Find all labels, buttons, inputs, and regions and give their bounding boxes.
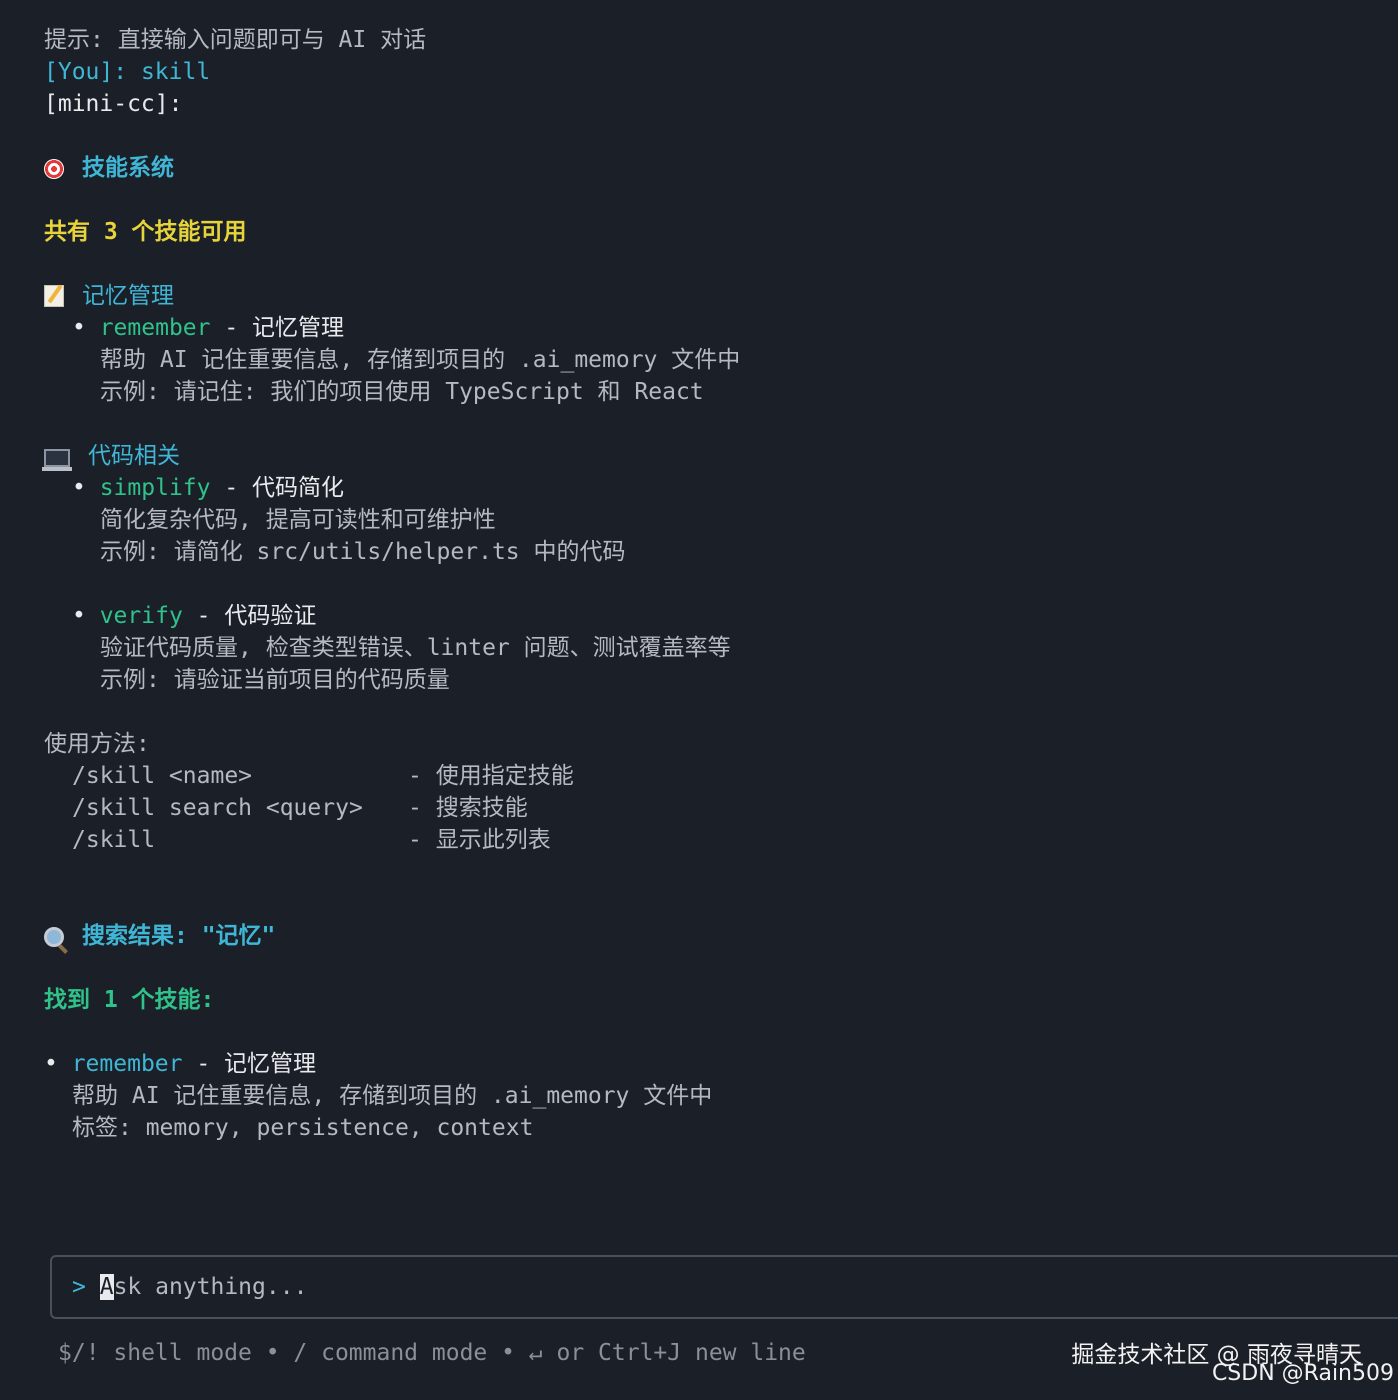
- search-count: 找到 1 个技能:: [44, 987, 215, 1013]
- skill-example: 示例: 请记住: 我们的项目使用 TypeScript 和 React: [100, 379, 704, 405]
- skill-item-remember: • remember - 记忆管理: [72, 312, 344, 344]
- skill-example: 示例: 请简化 src/utils/helper.ts 中的代码: [100, 539, 626, 565]
- prompt-chevron: >: [72, 1274, 100, 1300]
- chat-input[interactable]: > Ask anything...: [50, 1255, 1398, 1319]
- search-result-item: • remember - 记忆管理: [44, 1048, 316, 1080]
- skill-name: verify: [99, 603, 183, 629]
- usage-title: 使用方法:: [44, 731, 150, 757]
- user-prefix: [You]:: [44, 59, 141, 85]
- laptop-icon: [42, 449, 72, 471]
- category-title: 记忆管理: [82, 283, 174, 309]
- target-icon: [44, 159, 64, 179]
- memo-icon: [44, 285, 64, 307]
- category-title: 代码相关: [88, 443, 180, 469]
- skill-example: 示例: 请验证当前项目的代码质量: [100, 667, 450, 693]
- usage-cmd: /skill search <query>: [72, 795, 363, 821]
- skill-desc: - 代码验证: [182, 603, 317, 629]
- watermark-csdn: CSDN @Rain509: [1211, 1361, 1394, 1386]
- search-title: 搜索结果: "记忆": [82, 923, 276, 949]
- bullet: •: [72, 315, 100, 341]
- skill-detail: 帮助 AI 记住重要信息, 存储到项目的 .ai_memory 文件中: [100, 347, 741, 373]
- usage-desc: - 搜索技能: [408, 795, 528, 821]
- skill-name: remember: [99, 315, 211, 341]
- result-tags: 标签: memory, persistence, context: [72, 1115, 534, 1141]
- skill-desc: - 记忆管理: [210, 315, 345, 341]
- usage-cmd: /skill: [72, 827, 156, 853]
- skills-count: 共有 3 个技能可用: [44, 219, 247, 245]
- usage-cmd: /skill <name>: [72, 763, 253, 789]
- hint-line: 提示: 直接输入问题即可与 AI 对话: [44, 27, 427, 53]
- skill-name: simplify: [99, 475, 211, 501]
- search-icon: [44, 927, 64, 947]
- result-desc: - 记忆管理: [182, 1051, 317, 1077]
- result-detail: 帮助 AI 记住重要信息, 存储到项目的 .ai_memory 文件中: [72, 1083, 713, 1109]
- bullet: •: [72, 475, 100, 501]
- skill-item-simplify: • simplify - 代码简化: [72, 472, 344, 504]
- terminal-window: 提示: 直接输入问题即可与 AI 对话 [You]: skill [mini-c…: [0, 0, 1398, 1400]
- usage-desc: - 显示此列表: [408, 827, 551, 853]
- user-message-line: [You]: skill: [44, 56, 210, 88]
- search-title-line: 搜索结果: "记忆": [44, 920, 275, 952]
- category-header-code: 代码相关: [42, 440, 180, 472]
- category-header-memory: 记忆管理: [44, 280, 174, 312]
- usage-desc: - 使用指定技能: [408, 763, 574, 789]
- input-prompt-line[interactable]: > Ask anything...: [72, 1271, 307, 1303]
- assistant-prefix: [mini-cc]:: [44, 91, 183, 117]
- user-command: skill: [140, 59, 211, 85]
- bullet: •: [44, 1051, 72, 1077]
- skills-title-line: 技能系统: [44, 152, 174, 184]
- keyboard-hints: $/! shell mode • / command mode • ↵ or C…: [58, 1340, 806, 1366]
- skills-title: 技能系统: [82, 155, 174, 181]
- input-placeholder: sk anything...: [113, 1274, 308, 1300]
- skill-desc: - 代码简化: [210, 475, 345, 501]
- result-name: remember: [71, 1051, 183, 1077]
- skill-detail: 验证代码质量, 检查类型错误、linter 问题、测试覆盖率等: [100, 635, 731, 661]
- skill-item-verify: • verify - 代码验证: [72, 600, 316, 632]
- text-cursor: A: [99, 1274, 114, 1300]
- skill-detail: 简化复杂代码, 提高可读性和可维护性: [100, 507, 496, 533]
- bullet: •: [72, 603, 100, 629]
